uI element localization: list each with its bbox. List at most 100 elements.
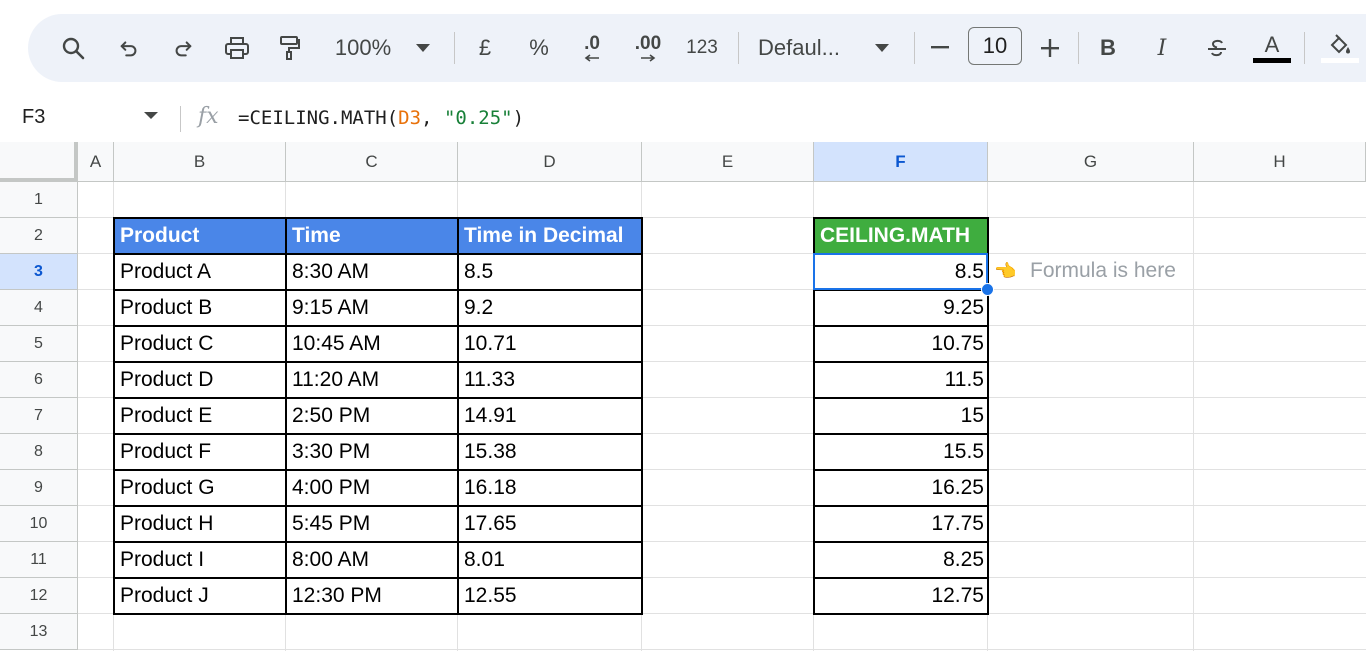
- font-size-input[interactable]: 10: [968, 27, 1022, 65]
- column-header-h[interactable]: H: [1194, 142, 1366, 182]
- column-header-c[interactable]: C: [286, 142, 458, 182]
- column-header-a[interactable]: A: [78, 142, 114, 182]
- table-cell[interactable]: 9.2: [458, 290, 642, 326]
- italic-button[interactable]: I: [1150, 14, 1174, 82]
- table-row-border: [114, 289, 642, 291]
- column-header-d[interactable]: D: [458, 142, 642, 182]
- pointing-hand-icon: 👈: [994, 261, 1017, 281]
- table-col-border: [457, 218, 459, 614]
- zoom-value[interactable]: 100%: [328, 14, 398, 82]
- table-cell[interactable]: Product A: [114, 254, 286, 290]
- table-cell[interactable]: 11.33: [458, 362, 642, 398]
- decrease-decimal-button[interactable]: .0: [574, 14, 610, 82]
- table-cell[interactable]: Product G: [114, 470, 286, 506]
- decrease-decimal-label: .0: [584, 33, 600, 54]
- table-cell[interactable]: Product E: [114, 398, 286, 434]
- table-cell[interactable]: Product C: [114, 326, 286, 362]
- formula-input[interactable]: =CEILING.MATH(D3, "0.25"): [238, 107, 524, 129]
- decrease-font-size-button[interactable]: [928, 14, 952, 82]
- row-header-4[interactable]: 4: [0, 290, 78, 326]
- table-cell[interactable]: 10.71: [458, 326, 642, 362]
- result-cell[interactable]: 12.75: [814, 578, 988, 614]
- result-cell[interactable]: 9.25: [814, 290, 988, 326]
- result-cell[interactable]: 10.75: [814, 326, 988, 362]
- table-cell[interactable]: 3:30 PM: [286, 434, 458, 470]
- column-header-g[interactable]: G: [988, 142, 1194, 182]
- fill-color-icon[interactable]: [1320, 14, 1360, 82]
- column-header-e[interactable]: E: [642, 142, 814, 182]
- row-header-3[interactable]: 3: [0, 254, 78, 290]
- row-header-6[interactable]: 6: [0, 362, 78, 398]
- table-cell[interactable]: 10:45 AM: [286, 326, 458, 362]
- increase-font-size-button[interactable]: [1038, 14, 1062, 82]
- table-cell[interactable]: 8:30 AM: [286, 254, 458, 290]
- table-col-border: [285, 218, 287, 614]
- table-cell[interactable]: Product J: [114, 578, 286, 614]
- fx-icon: fx: [198, 104, 219, 129]
- paint-format-icon[interactable]: [274, 14, 304, 82]
- redo-icon[interactable]: [168, 14, 198, 82]
- print-icon[interactable]: [220, 14, 254, 82]
- result-cell[interactable]: 8.25: [814, 542, 988, 578]
- table-cell[interactable]: 12:30 PM: [286, 578, 458, 614]
- result-cell[interactable]: 15: [814, 398, 988, 434]
- table-cell[interactable]: 17.65: [458, 506, 642, 542]
- row-header-5[interactable]: 5: [0, 326, 78, 362]
- result-cell[interactable]: 17.75: [814, 506, 988, 542]
- table-cell[interactable]: 11:20 AM: [286, 362, 458, 398]
- table-cell[interactable]: Product H: [114, 506, 286, 542]
- row-header-12[interactable]: 12: [0, 578, 78, 614]
- fill-handle[interactable]: [981, 283, 994, 296]
- font-family-select[interactable]: Defaul...: [758, 14, 858, 82]
- table-cell[interactable]: 16.18: [458, 470, 642, 506]
- zoom-dropdown-icon[interactable]: [413, 14, 433, 82]
- table-cell[interactable]: 8:00 AM: [286, 542, 458, 578]
- table-cell[interactable]: 15.38: [458, 434, 642, 470]
- row-header-2[interactable]: 2: [0, 218, 78, 254]
- result-row-border: [814, 361, 988, 363]
- row-header-13[interactable]: 13: [0, 614, 78, 650]
- percent-format-button[interactable]: %: [526, 14, 552, 82]
- more-formats-button[interactable]: 123: [682, 14, 722, 82]
- row-header-7[interactable]: 7: [0, 398, 78, 434]
- formula-note: Formula is here: [1030, 259, 1176, 282]
- row-header-1[interactable]: 1: [0, 182, 78, 218]
- row-header-8[interactable]: 8: [0, 434, 78, 470]
- increase-decimal-button[interactable]: .00: [628, 14, 668, 82]
- row-header-10[interactable]: 10: [0, 506, 78, 542]
- table-cell[interactable]: Product D: [114, 362, 286, 398]
- row-header-9[interactable]: 9: [0, 470, 78, 506]
- currency-format-button[interactable]: £: [474, 14, 496, 82]
- table-cell[interactable]: 5:45 PM: [286, 506, 458, 542]
- table-cell[interactable]: 9:15 AM: [286, 290, 458, 326]
- table-cell[interactable]: Product I: [114, 542, 286, 578]
- table-cell[interactable]: 14.91: [458, 398, 642, 434]
- result-cell[interactable]: 11.5: [814, 362, 988, 398]
- table-cell[interactable]: Product B: [114, 290, 286, 326]
- table-cell[interactable]: 8.01: [458, 542, 642, 578]
- name-box[interactable]: F3: [22, 106, 45, 129]
- bold-button[interactable]: B: [1096, 14, 1120, 82]
- select-all-corner[interactable]: [0, 142, 78, 182]
- table-cell[interactable]: 8.5: [458, 254, 642, 290]
- text-color-button[interactable]: A: [1252, 14, 1292, 82]
- column-header-f[interactable]: F: [814, 142, 988, 182]
- name-box-dropdown-icon[interactable]: [144, 112, 158, 119]
- text-color-swatch: [1253, 57, 1291, 63]
- result-cell[interactable]: 16.25: [814, 470, 988, 506]
- table-row-border: [114, 469, 642, 471]
- search-menus-icon[interactable]: [56, 14, 90, 82]
- result-cell[interactable]: 15.5: [814, 434, 988, 470]
- table-cell[interactable]: 12.55: [458, 578, 642, 614]
- table-row-border: [114, 253, 642, 255]
- table-cell[interactable]: 2:50 PM: [286, 398, 458, 434]
- table-cell[interactable]: Product F: [114, 434, 286, 470]
- spreadsheet-grid[interactable]: A B C D E F G H 1 2 3 4 5 6 7 8 9 10 11 12 13 Product Time Time…: [0, 142, 1366, 651]
- table-cell[interactable]: 4:00 PM: [286, 470, 458, 506]
- undo-icon[interactable]: [114, 14, 144, 82]
- row-header-11[interactable]: 11: [0, 542, 78, 578]
- toolbar: 100% £ % .0 .00 123 Defaul... 10 B I A: [28, 14, 1366, 82]
- font-dropdown-icon[interactable]: [872, 14, 892, 82]
- strikethrough-icon[interactable]: [1202, 14, 1232, 82]
- column-header-b[interactable]: B: [114, 142, 286, 182]
